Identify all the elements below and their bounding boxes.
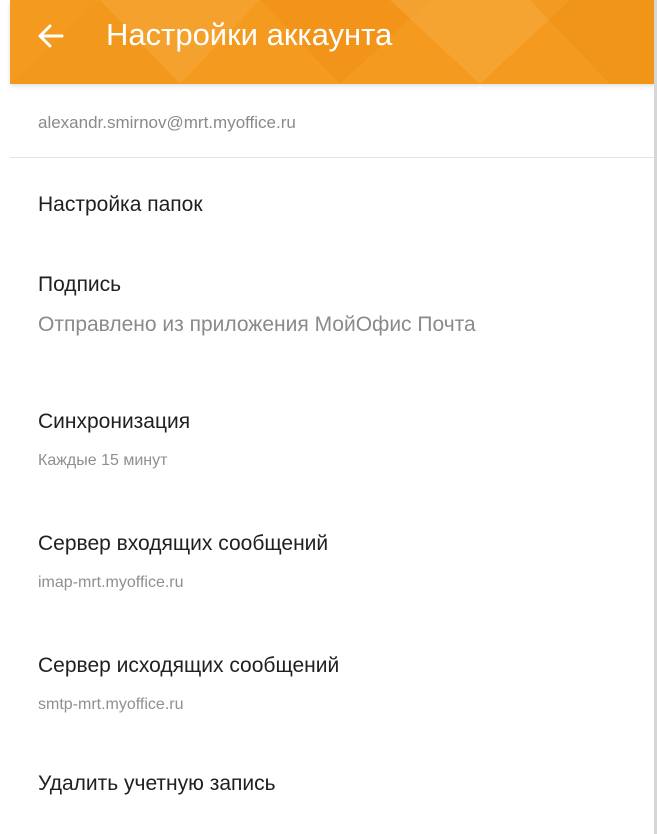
page-title: Настройки аккаунта (106, 17, 393, 52)
setting-value: Каждые 15 минут (38, 452, 168, 469)
setting-title: Сервер исходящих сообщений (38, 654, 340, 677)
setting-title: Синхронизация (38, 410, 191, 433)
setting-title: Настройка папок (38, 193, 203, 216)
setting-value: imap-mrt.myoffice.ru (38, 574, 184, 591)
divider (10, 157, 657, 158)
setting-outgoing-server[interactable]: Сервер исходящих сообщений smtp-mrt.myof… (38, 652, 339, 716)
setting-sync[interactable]: Синхронизация Каждые 15 минут (38, 408, 190, 472)
setting-value: smtp-mrt.myoffice.ru (38, 696, 184, 713)
setting-signature[interactable]: Подпись Отправлено из приложения МойОфис… (38, 271, 476, 339)
app-bar: Настройки аккаунта (10, 0, 657, 84)
setting-incoming-server[interactable]: Сервер входящих сообщений imap-mrt.myoff… (38, 530, 328, 594)
setting-title: Подпись (38, 273, 122, 296)
setting-title: Сервер входящих сообщений (38, 532, 329, 555)
arrow-left-icon (38, 24, 64, 48)
setting-value: Отправлено из приложения МойОфис Почта (38, 313, 476, 336)
setting-folder-settings[interactable]: Настройка папок (38, 191, 203, 219)
back-button[interactable] (36, 22, 64, 50)
account-email: alexandr.smirnov@mrt.myoffice.ru (38, 113, 296, 132)
account-settings-screen: Настройки аккаунта alexandr.smirnov@mrt.… (0, 0, 657, 834)
setting-title: Удалить учетную запись (38, 772, 276, 795)
setting-delete-account[interactable]: Удалить учетную запись (38, 770, 276, 798)
